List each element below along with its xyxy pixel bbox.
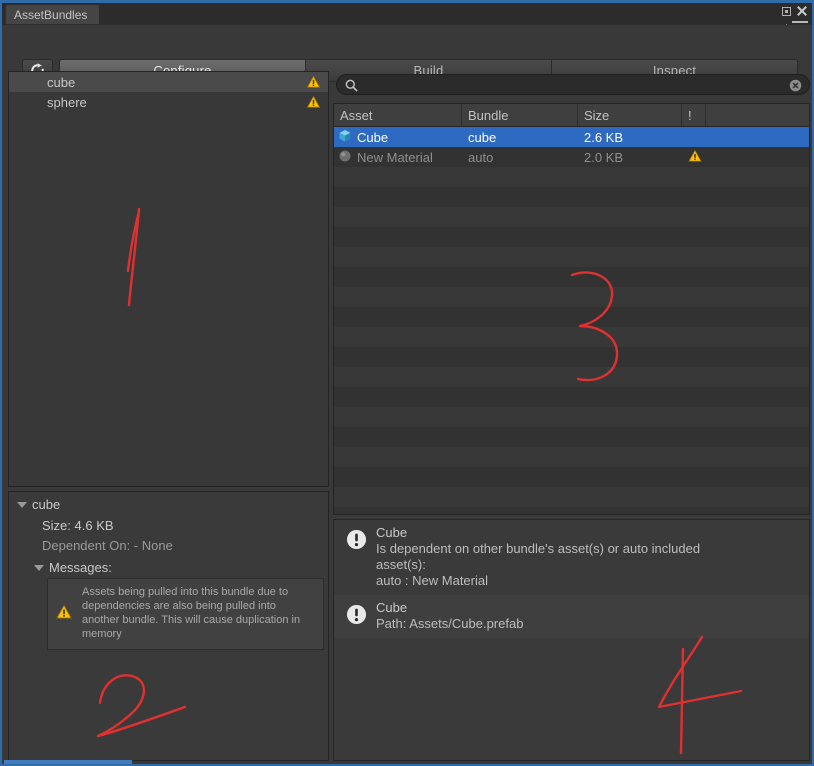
bundle-tree-item-sphere[interactable]: sphere [9, 92, 328, 112]
column-header-spacer [706, 104, 809, 126]
message-body-line: auto : New Material [376, 573, 488, 588]
asset-size: 2.6 KB [584, 129, 624, 145]
material-sphere-icon [338, 149, 352, 166]
message-item[interactable]: Cube Is dependent on other bundle's asse… [334, 520, 809, 595]
bundle-tree-item-label: sphere [47, 94, 87, 110]
column-header-asset[interactable]: Asset [334, 104, 462, 126]
bundle-detail-dependent-on: Dependent On: - None [42, 538, 173, 553]
chevron-down-icon [17, 501, 27, 508]
info-icon [346, 604, 367, 630]
search-icon [345, 79, 358, 97]
asset-table-rows: Cube cube 2.6 KB New Material auto 2.0 K… [334, 127, 809, 514]
clear-icon[interactable] [789, 79, 802, 97]
window-tab-assetbundles[interactable]: AssetBundles [6, 5, 100, 24]
search-bar[interactable] [336, 74, 810, 95]
asset-table-panel: Asset Bundle Size ! Cube cube 2.6 KB New… [333, 103, 810, 515]
assetbundles-window: AssetBundles Configure Build [0, 0, 814, 766]
toolbar: Configure Build Inspect [2, 25, 812, 82]
bundle-detail-message-box: Assets being pulled into this bundle due… [47, 578, 324, 650]
messages-panel: Cube Is dependent on other bundle's asse… [333, 519, 810, 761]
warning-icon [56, 604, 72, 623]
message-body-line: Is dependent on other bundle's asset(s) … [376, 541, 701, 556]
column-header-warning[interactable]: ! [682, 104, 706, 126]
bundle-tree-item-cube[interactable]: cube [9, 72, 328, 92]
asset-name: Cube [357, 129, 389, 145]
asset-size: 2.0 KB [584, 149, 624, 165]
window-titlebar: AssetBundles [2, 3, 812, 31]
info-icon [346, 529, 367, 555]
table-row[interactable]: Cube cube 2.6 KB [334, 127, 809, 147]
message-item[interactable]: Cube Path: Assets/Cube.prefab [334, 595, 809, 638]
bundle-tree-item-label: cube [47, 74, 76, 90]
bundle-detail-message-text: Assets being pulled into this bundle due… [82, 586, 301, 640]
asset-table-header: Asset Bundle Size ! [334, 104, 809, 127]
table-row[interactable]: New Material auto 2.0 KB [334, 147, 809, 167]
horizontal-scrollbar[interactable] [4, 760, 132, 764]
bundle-detail-messages-label: Messages: [49, 560, 112, 575]
column-header-bundle[interactable]: Bundle [462, 104, 578, 126]
asset-name: New Material [357, 149, 433, 165]
asset-warning-cell [682, 149, 706, 165]
message-title: Cube [376, 525, 408, 540]
bundle-detail-size: Size: 4.6 KB [42, 518, 114, 533]
chevron-down-icon [34, 564, 44, 571]
asset-bundle: cube [468, 129, 497, 145]
window-controls [782, 5, 808, 17]
warning-icon [306, 75, 321, 91]
message-body-line: Path: Assets/Cube.prefab [376, 616, 524, 631]
bundle-tree-panel: cube sphere [8, 71, 329, 487]
bundle-detail-header[interactable]: cube [17, 497, 60, 512]
asset-bundle: auto [468, 149, 494, 165]
bundle-detail-panel: cube Size: 4.6 KB Dependent On: - None M… [8, 491, 329, 761]
search-input[interactable] [337, 77, 809, 92]
close-icon[interactable] [796, 5, 808, 17]
warning-icon [306, 95, 321, 111]
prefab-cube-icon [338, 129, 352, 146]
window-title: AssetBundles [14, 8, 88, 22]
bundle-detail-messages-foldout[interactable]: Messages: [34, 560, 112, 575]
maximize-icon[interactable] [782, 6, 791, 16]
bundle-detail-name: cube [32, 497, 61, 512]
message-title: Cube [376, 600, 408, 615]
warning-icon [688, 149, 702, 165]
message-body-line: asset(s): [376, 557, 426, 572]
column-header-size[interactable]: Size [578, 104, 682, 126]
